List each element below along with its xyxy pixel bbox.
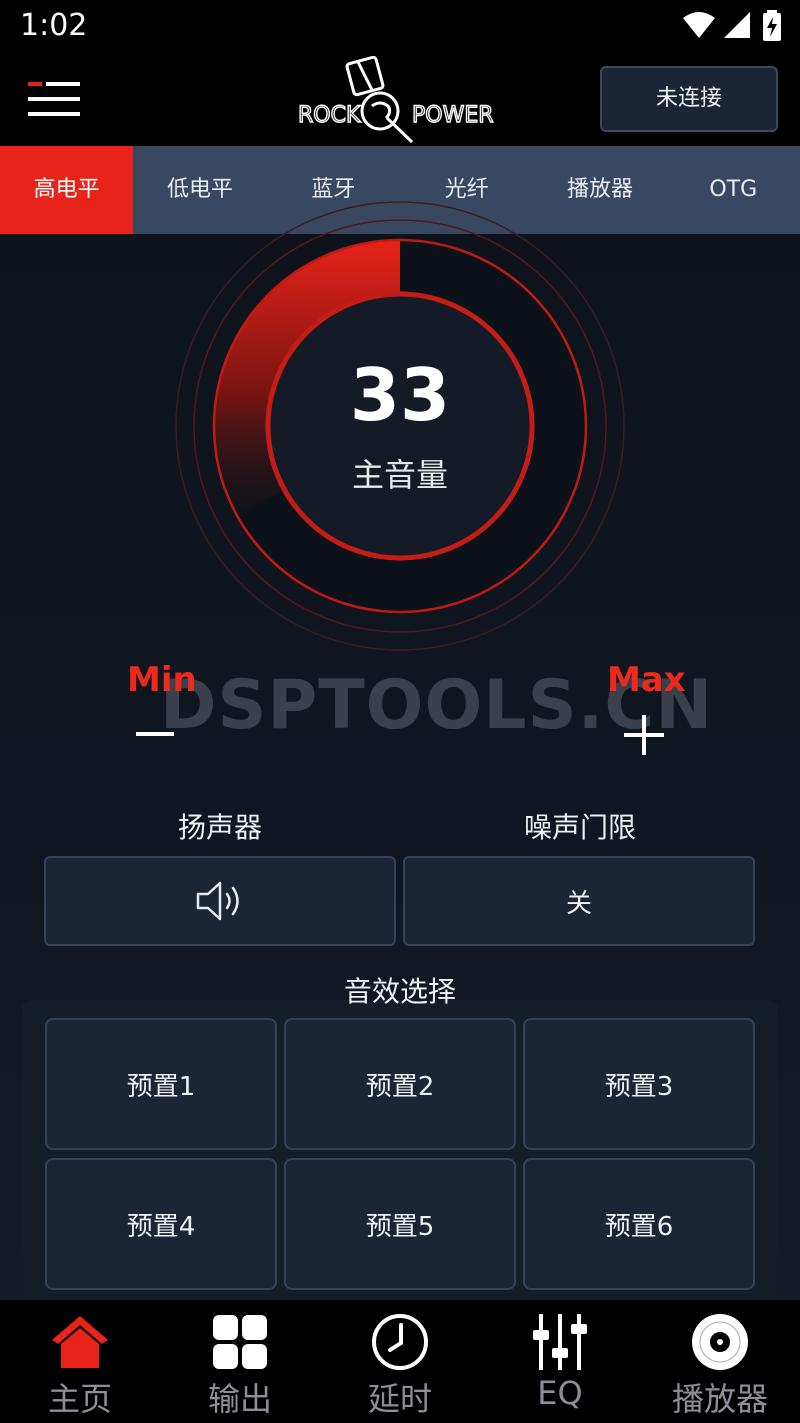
status-bar: 1:02 bbox=[0, 0, 800, 56]
eq-sliders-icon bbox=[533, 1314, 587, 1370]
noise-gate-value: 关 bbox=[565, 888, 592, 919]
preset-label: 预置1 bbox=[126, 1071, 196, 1102]
speaker-button[interactable] bbox=[44, 856, 396, 946]
clock-icon bbox=[372, 1314, 428, 1370]
nav-player[interactable]: 播放器 bbox=[640, 1300, 800, 1423]
svg-text:ROCK: ROCK bbox=[298, 103, 361, 128]
menu-icon bbox=[28, 82, 80, 116]
nav-label: 播放器 bbox=[671, 1380, 768, 1418]
max-label: Max bbox=[607, 660, 686, 700]
nav-label: 延时 bbox=[367, 1380, 432, 1418]
volume-down-button[interactable] bbox=[132, 712, 180, 756]
volume-up-button[interactable] bbox=[620, 712, 668, 760]
watermark: DSPTOOLS.CN bbox=[160, 666, 714, 745]
svg-text:POWER: POWER bbox=[412, 103, 494, 128]
min-label: Min bbox=[127, 660, 197, 700]
plus-icon bbox=[624, 715, 664, 755]
preset-5-button[interactable]: 预置5 bbox=[284, 1158, 516, 1290]
preset-4-button[interactable]: 预置4 bbox=[45, 1158, 277, 1290]
volume-label: 主音量 bbox=[351, 456, 448, 494]
noise-gate-title: 噪声门限 bbox=[523, 811, 636, 844]
preset-label: 预置5 bbox=[365, 1211, 435, 1242]
noise-gate-button[interactable]: 关 bbox=[403, 856, 755, 946]
menu-button[interactable] bbox=[28, 80, 84, 120]
nav-eq[interactable]: EQ bbox=[480, 1300, 640, 1423]
signal-icon bbox=[724, 12, 750, 38]
nav-label: EQ bbox=[537, 1374, 583, 1412]
status-time: 1:02 bbox=[20, 8, 88, 43]
presets-title: 音效选择 bbox=[343, 975, 456, 1008]
home-icon bbox=[52, 1316, 108, 1368]
nav-label: 主页 bbox=[47, 1380, 112, 1418]
nav-delay[interactable]: 延时 bbox=[320, 1300, 480, 1423]
logo: ROCK POWER bbox=[292, 55, 508, 146]
disc-icon bbox=[692, 1314, 748, 1370]
preset-label: 预置2 bbox=[365, 1071, 435, 1102]
speaker-icon bbox=[196, 881, 239, 921]
connect-button[interactable]: 未连接 bbox=[600, 66, 778, 132]
tab-otg[interactable]: OTG bbox=[667, 146, 800, 234]
minus-icon bbox=[136, 732, 174, 736]
nav-home[interactable]: 主页 bbox=[0, 1300, 160, 1423]
bottom-navigation: 主页 输出 延时 EQ 播放器 bbox=[0, 1300, 800, 1423]
tab-high-level[interactable]: 高电平 bbox=[0, 146, 134, 234]
preset-1-button[interactable]: 预置1 bbox=[45, 1018, 277, 1150]
preset-label: 预置4 bbox=[126, 1211, 196, 1242]
nav-label: 输出 bbox=[207, 1380, 272, 1418]
speaker-title: 扬声器 bbox=[177, 811, 262, 844]
preset-2-button[interactable]: 预置2 bbox=[284, 1018, 516, 1150]
preset-label: 预置6 bbox=[604, 1211, 674, 1242]
nav-output[interactable]: 输出 bbox=[160, 1300, 320, 1423]
grid-icon bbox=[213, 1315, 267, 1369]
preset-6-button[interactable]: 预置6 bbox=[523, 1158, 755, 1290]
preset-label: 预置3 bbox=[604, 1071, 674, 1102]
battery-charging-icon bbox=[763, 10, 781, 41]
app-header: ROCK POWER 未连接 bbox=[0, 55, 800, 146]
volume-value: 33 bbox=[349, 353, 451, 437]
preset-3-button[interactable]: 预置3 bbox=[523, 1018, 755, 1150]
wifi-icon bbox=[683, 12, 715, 38]
